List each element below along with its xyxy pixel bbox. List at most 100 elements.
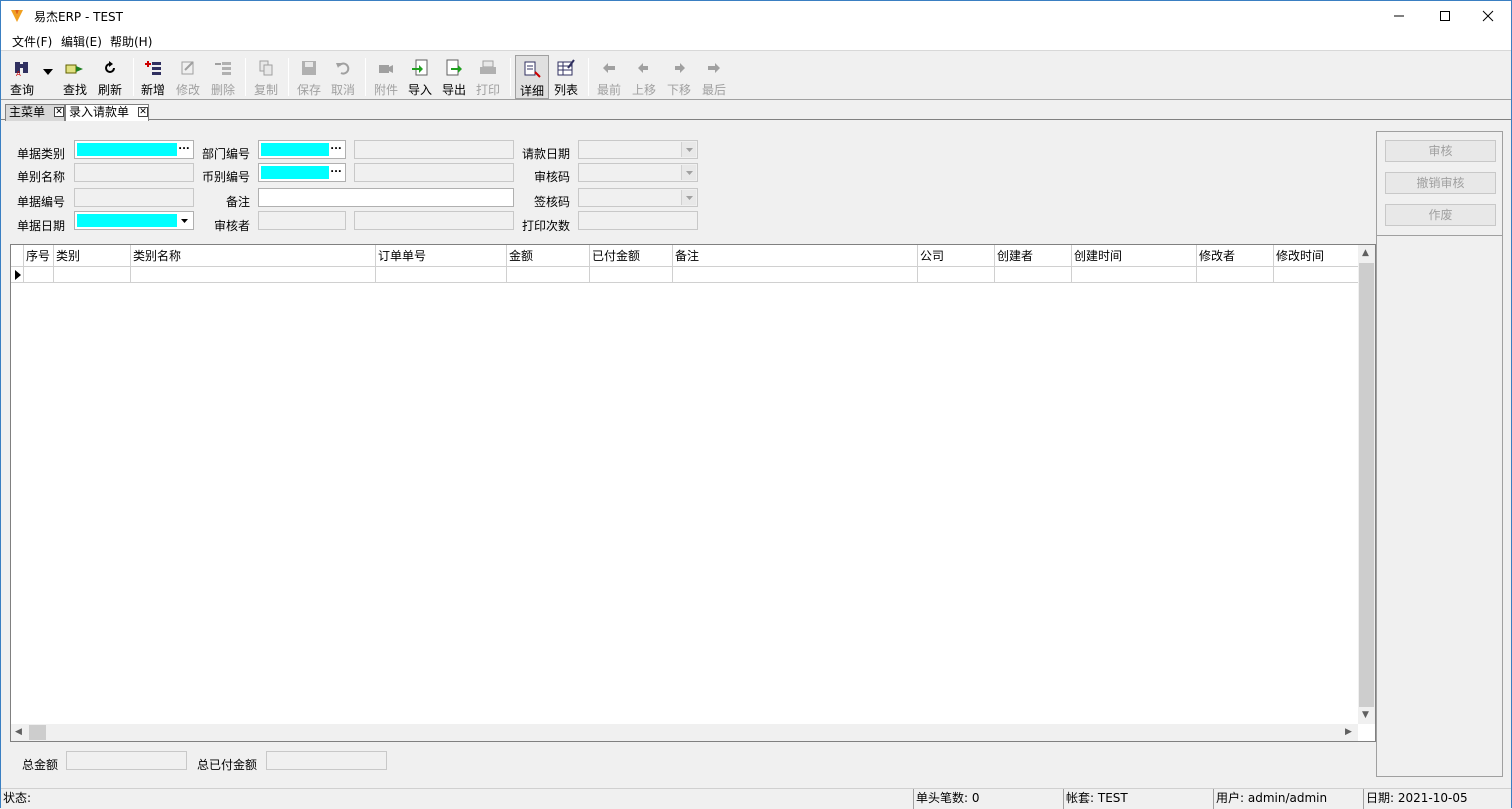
total-paid-label: 总已付金额 — [197, 758, 258, 772]
doc-type-field[interactable]: ... — [74, 140, 194, 159]
list-button[interactable]: 列表 — [552, 58, 580, 98]
next-button[interactable]: 下移 — [665, 58, 693, 98]
table-cell[interactable] — [673, 267, 918, 283]
tab-main-menu[interactable]: 主菜单 ✕ — [5, 104, 65, 121]
ellipsis-icon[interactable]: ... — [176, 142, 192, 157]
table-cell[interactable] — [131, 267, 376, 283]
table-cell[interactable] — [54, 267, 131, 283]
doc-type-label: 单据类别 — [17, 147, 66, 161]
vertical-scrollbar[interactable]: ▲ ▼ — [1358, 245, 1375, 724]
void-button[interactable]: 作废 — [1385, 204, 1496, 226]
column-header[interactable]: 类别 — [54, 245, 131, 267]
close-tab-icon[interactable]: ✕ — [138, 107, 148, 117]
refresh-button[interactable]: 刷新 — [96, 58, 124, 98]
dept-name-field — [354, 140, 514, 159]
grid-header: 序号 类别 类别名称 订单单号 金额 已付金额 备注 公司 创建者 创建时间 修… — [11, 245, 1358, 267]
column-header[interactable]: 备注 — [673, 245, 918, 267]
refresh-icon — [105, 61, 115, 73]
table-cell[interactable] — [1197, 267, 1274, 283]
scroll-thumb[interactable] — [29, 725, 46, 740]
auditor-name-field — [354, 211, 514, 230]
table-cell[interactable] — [590, 267, 673, 283]
list-icon — [557, 59, 575, 76]
menu-edit[interactable]: 编辑(E) — [61, 33, 102, 50]
row-indicator — [11, 267, 24, 283]
column-header[interactable]: 修改者 — [1197, 245, 1274, 267]
column-header[interactable]: 类别名称 — [131, 245, 376, 267]
close-tab-icon[interactable]: ✕ — [54, 107, 64, 117]
scroll-thumb[interactable] — [1359, 263, 1374, 707]
first-button[interactable]: 最前 — [595, 58, 623, 98]
currency-no-field[interactable]: ... — [258, 163, 346, 182]
table-cell[interactable] — [376, 267, 507, 283]
delete-button[interactable]: 删除 — [209, 58, 237, 98]
menu-file[interactable]: 文件(F) — [12, 33, 52, 50]
column-header[interactable]: 创建时间 — [1072, 245, 1197, 267]
svg-text:A: A — [16, 70, 21, 77]
toolbar-separator — [365, 58, 366, 96]
menu-help[interactable]: 帮助(H) — [110, 33, 152, 50]
cancel-button[interactable]: 取消 — [329, 58, 357, 98]
table-cell[interactable] — [1072, 267, 1197, 283]
unaudit-button[interactable]: 撤销审核 — [1385, 172, 1496, 194]
close-button[interactable] — [1465, 1, 1511, 31]
current-row-arrow-icon — [15, 270, 21, 280]
import-button[interactable]: 导入 — [406, 58, 434, 98]
export-button[interactable]: 导出 — [440, 58, 468, 98]
detail-grid[interactable]: 序号 类别 类别名称 订单单号 金额 已付金额 备注 公司 创建者 创建时间 修… — [10, 244, 1376, 742]
table-cell[interactable] — [995, 267, 1072, 283]
table-cell[interactable] — [918, 267, 995, 283]
table-cell[interactable] — [24, 267, 54, 283]
doc-name-field — [74, 163, 194, 182]
minimize-button[interactable] — [1376, 1, 1422, 31]
query-dropdown-button[interactable] — [41, 58, 55, 98]
table-cell[interactable] — [507, 267, 590, 283]
import-icon — [412, 59, 428, 76]
dept-no-field[interactable]: ... — [258, 140, 346, 159]
delete-row-icon — [215, 62, 231, 75]
remark-field[interactable] — [258, 188, 514, 207]
save-button[interactable]: 保存 — [295, 58, 323, 98]
window-title: 易杰ERP - TEST — [34, 10, 123, 24]
total-paid-field — [266, 751, 387, 770]
column-header[interactable]: 公司 — [918, 245, 995, 267]
table-row[interactable] — [11, 267, 1358, 283]
scroll-down-icon[interactable]: ▼ — [1362, 710, 1369, 720]
dropdown-arrow-icon[interactable] — [177, 213, 192, 228]
add-button[interactable]: 新增 — [139, 58, 167, 98]
print-button[interactable]: 打印 — [474, 58, 502, 98]
column-header[interactable]: 序号 — [24, 245, 54, 267]
right-arrow-icon — [675, 63, 685, 73]
edit-button[interactable]: 修改 — [174, 58, 202, 98]
audit-button[interactable]: 审核 — [1385, 140, 1496, 162]
toolbar-separator — [288, 58, 289, 96]
ellipsis-icon[interactable]: ... — [328, 165, 344, 180]
scroll-up-icon[interactable]: ▲ — [1362, 248, 1369, 258]
query-button[interactable]: A 查询 — [8, 58, 36, 98]
horizontal-scrollbar[interactable]: ◀ ▶ — [11, 724, 1358, 741]
prev-button[interactable]: 上移 — [630, 58, 658, 98]
maximize-button[interactable] — [1422, 1, 1468, 31]
tab-request-entry[interactable]: 录入请款单 ✕ — [65, 104, 149, 121]
toolbar-separator — [588, 58, 589, 96]
column-header[interactable]: 金额 — [507, 245, 590, 267]
auditor-field — [258, 211, 346, 230]
scroll-right-icon[interactable]: ▶ — [1345, 727, 1352, 737]
ellipsis-icon[interactable]: ... — [328, 142, 344, 157]
last-button[interactable]: 最后 — [700, 58, 728, 98]
attach-button[interactable]: 附件 — [372, 58, 400, 98]
column-header[interactable]: 创建者 — [995, 245, 1072, 267]
document-tabs: 主菜单 ✕ 录入请款单 ✕ — [1, 102, 1511, 121]
find-button[interactable]: 查找 — [61, 58, 89, 98]
doc-date-field[interactable] — [74, 211, 194, 230]
detail-button[interactable]: 详细 — [515, 55, 549, 99]
column-header[interactable]: 修改时间 — [1274, 245, 1358, 267]
add-row-icon — [145, 61, 161, 75]
scroll-left-icon[interactable]: ◀ — [15, 727, 22, 737]
copy-button[interactable]: 复制 — [252, 58, 280, 98]
column-header[interactable]: 已付金额 — [590, 245, 673, 267]
status-account: 帐套: TEST — [1063, 789, 1213, 809]
column-header[interactable]: 订单单号 — [376, 245, 507, 267]
dropdown-arrow-icon — [681, 190, 696, 205]
table-cell[interactable] — [1274, 267, 1358, 283]
